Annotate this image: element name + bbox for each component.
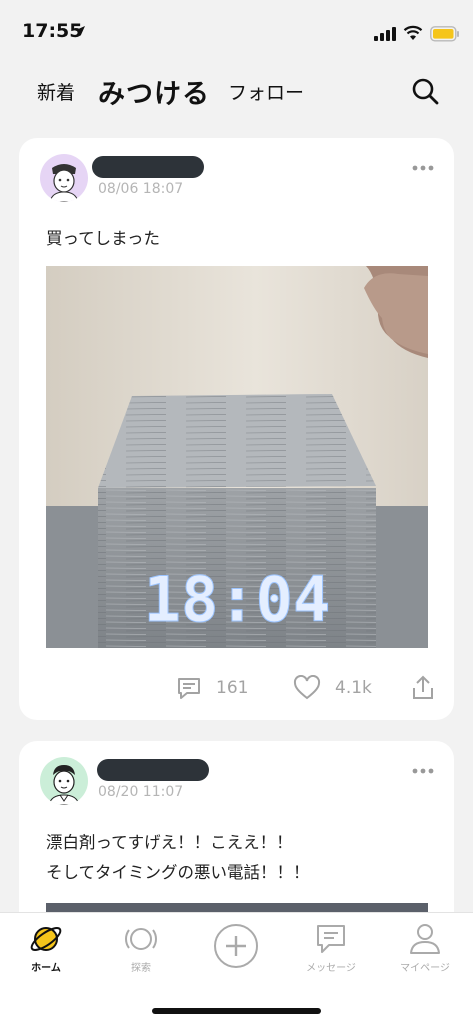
tab-explore-label: 探索 <box>131 963 151 974</box>
avatar[interactable] <box>40 154 88 202</box>
message-icon <box>317 925 345 953</box>
top-tab-bar: 新着 みつける フォロー <box>0 68 473 116</box>
tab-follow[interactable]: フォロー <box>228 78 304 105</box>
share-icon <box>413 675 433 699</box>
post-card: 08/06 18:07 買ってしまった 18:04 161 4.1k <box>19 138 454 720</box>
battery-icon <box>430 26 459 42</box>
post-text: 買ってしまった <box>46 229 161 248</box>
comment-button[interactable]: 161 <box>176 675 248 701</box>
username-redacted[interactable] <box>97 759 209 781</box>
cellular-signal-icon <box>374 27 396 41</box>
tab-discover[interactable]: みつける <box>98 72 210 111</box>
post-text-line: そしてタイミングの悪い電話！！！ <box>46 863 310 882</box>
post-timestamp: 08/20 11:07 <box>98 784 184 800</box>
planet-icon <box>30 927 62 951</box>
like-button[interactable]: 4.1k <box>293 675 372 701</box>
location-arrow-icon <box>75 26 85 36</box>
post-image[interactable]: 18:04 <box>46 266 428 648</box>
comment-icon <box>178 678 200 699</box>
post-text: 漂白剤ってすげえ！！こええ！！ そしてタイミングの悪い電話！！！ <box>46 828 310 888</box>
post-text-line: 漂白剤ってすげえ！！こええ！！ <box>46 833 293 852</box>
wifi-icon <box>403 25 423 40</box>
clock-digits: 18:04 <box>144 563 331 636</box>
orbit-icon <box>125 928 157 950</box>
new-post-button[interactable] <box>196 923 276 969</box>
tab-mypage-label: マイページ <box>400 963 450 974</box>
like-count: 4.1k <box>335 678 372 698</box>
tab-home-label: ホーム <box>31 963 61 974</box>
more-options-icon[interactable] <box>411 761 435 781</box>
more-options-icon[interactable] <box>411 158 435 178</box>
home-indicator <box>152 1008 321 1014</box>
plus-icon <box>214 924 258 968</box>
tab-mypage[interactable]: マイページ <box>385 921 465 974</box>
cube-clock-photo: 18:04 <box>46 266 428 648</box>
tab-messages-label: メッセージ <box>306 963 356 974</box>
username-redacted[interactable] <box>92 156 204 178</box>
person-icon <box>410 924 440 954</box>
search-icon[interactable] <box>410 76 440 106</box>
tab-home[interactable]: ホーム <box>6 921 86 974</box>
comment-count: 161 <box>216 678 249 698</box>
heart-icon <box>293 675 321 700</box>
status-bar: 17:55 <box>0 0 473 60</box>
post-timestamp: 08/06 18:07 <box>98 181 184 197</box>
avatar[interactable] <box>40 757 88 805</box>
tab-new[interactable]: 新着 <box>37 78 75 105</box>
user-avatar-illustration-icon <box>48 765 80 805</box>
user-avatar-illustration-icon <box>49 164 79 202</box>
share-button[interactable] <box>411 675 449 701</box>
tab-explore[interactable]: 探索 <box>101 921 181 974</box>
tab-messages[interactable]: メッセージ <box>291 921 371 974</box>
